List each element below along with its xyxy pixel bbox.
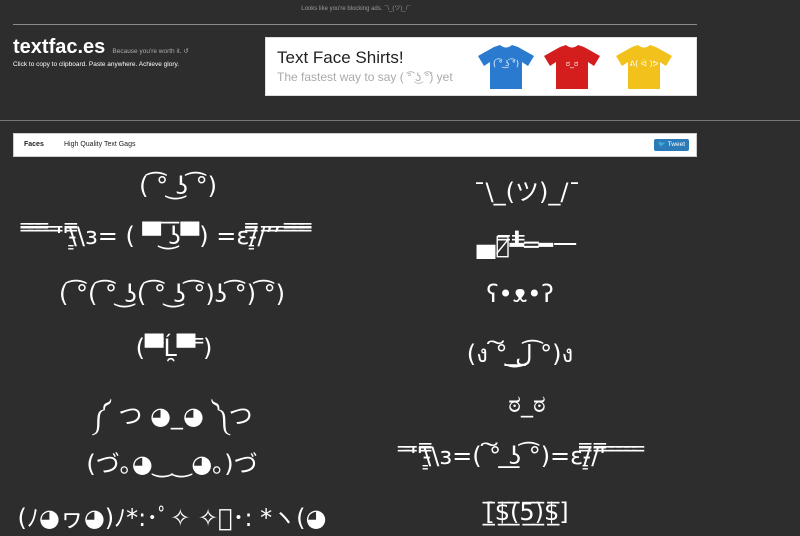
- site-subtitle: Click to copy to clipboard. Paste anywhe…: [13, 61, 180, 68]
- red-shirt-face: ಠ_ಠ: [565, 59, 579, 68]
- face-sniper-rifle[interactable]: ▄︻̷̿┻̿═━一: [477, 225, 577, 260]
- yellow-shirt-face: ᕕ( ᐛ )ᕗ: [629, 59, 659, 68]
- tweet-label: Tweet: [667, 141, 685, 148]
- tab-text-gags[interactable]: High Quality Text Gags: [64, 141, 135, 148]
- red-shirt-image: ಠ_ಠ: [542, 44, 602, 90]
- face-shrug[interactable]: ¯\_(ツ)_/¯: [474, 172, 581, 207]
- brand: textfac.es Because you're worth it. ↺ Cl…: [13, 36, 189, 68]
- yellow-shirt-image: ᕕ( ᐛ )ᕗ: [614, 44, 674, 90]
- face-lenny-guns[interactable]: ̿'̿'\̵͇̿̿\з=( ͠° ͟ʖ ͡°)=ε/̵͇̿̿/'̿̿ ̿ ̿ ̿…: [410, 442, 644, 470]
- face-fight[interactable]: (ง ͠° ͟ل͜ ͡°)ง: [467, 334, 574, 373]
- ad-subtitle: The fastest way to say ( ͡° ͜ʖ ͡°) yet: [277, 70, 453, 84]
- face-deal-with-it-guns[interactable]: ̿̿ ̿̿ ̿̿ ̿'̿'\̵͇̿̿\з= ( ▀ ͜͞ʖ▀) =ε/̵͇̿̿/…: [33, 222, 312, 250]
- twitter-bird-icon: 🐦: [658, 142, 666, 148]
- blue-shirt-face: ( ͡° ͜ʖ ͡°): [493, 59, 519, 68]
- face-disapproval[interactable]: ಠ_ಠ: [508, 390, 545, 418]
- site-title[interactable]: textfac.es: [13, 36, 105, 58]
- top-divider: [13, 24, 697, 25]
- ad-title: Text Face Shirts!: [277, 48, 404, 67]
- adblock-notice: Looks like you're blocking ads. ¯\_(ツ)_/…: [301, 6, 411, 12]
- site-tagline[interactable]: Because you're worth it. ↺: [112, 48, 188, 55]
- face-hug-cute[interactable]: (づ｡◕‿‿◕｡)づ: [86, 444, 257, 479]
- face-money[interactable]: [̲̅$̲̅(̲̅5̲̅)̲̅$̲̅]: [485, 498, 568, 526]
- face-magic-sparkle[interactable]: (ﾉ◕ヮ◕)ﾉ*:･ﾟ✧ ✧ﾟ･: *ヽ(◕: [18, 498, 327, 533]
- face-lenny-stack[interactable]: ( ͡°( ͡° ͜ʖ( ͡° ͜ʖ ͡°)ʖ ͡°) ͡°): [59, 280, 285, 308]
- tab-faces[interactable]: Faces: [24, 141, 44, 148]
- tweet-button[interactable]: 🐦 Tweet: [654, 139, 689, 151]
- face-bear[interactable]: ʕ•ᴥ•ʔ: [486, 280, 553, 309]
- blue-shirt-image: ( ͡° ͜ʖ ͡°): [476, 44, 536, 90]
- face-lenny[interactable]: ( ͡° ͜ʖ ͡°): [139, 172, 217, 200]
- shirt-ad-banner[interactable]: Text Face Shirts! The fastest way to say…: [265, 37, 697, 96]
- header-divider: [0, 120, 800, 121]
- face-sunglasses[interactable]: (▀̿Ĺ̯▀̿ ̿): [136, 334, 213, 362]
- nav-bar: Faces High Quality Text Gags 🐦 Tweet: [13, 133, 697, 157]
